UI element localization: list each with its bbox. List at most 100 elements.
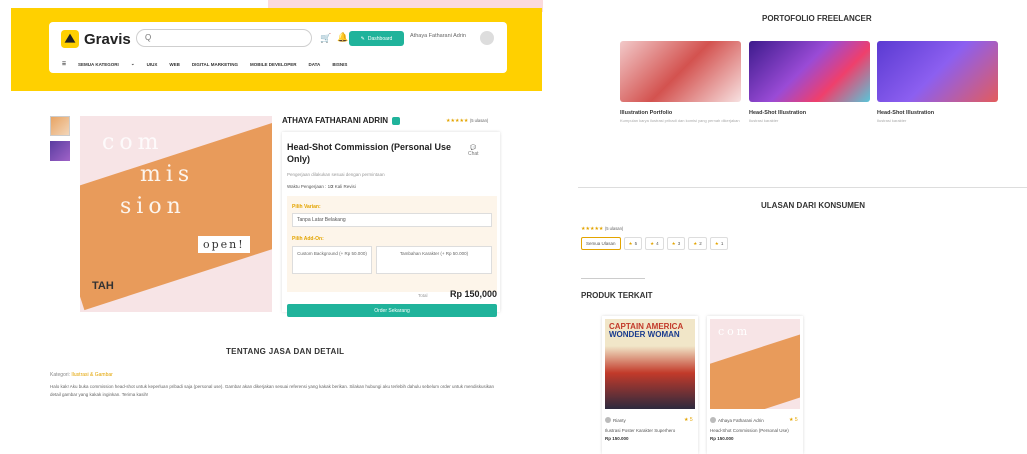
product-subtitle: Pengerjaan dilakukan sesuai dengan permi… (287, 172, 385, 177)
related-seller-name: Rianty (613, 417, 626, 423)
filter-3[interactable]: ★ 3 (666, 237, 686, 250)
kategori-label: Kategori: (50, 372, 71, 378)
waktu-pengerjaan: Waktu Pengerjaan : 10 (287, 184, 333, 189)
hero-signature: TAH (92, 280, 114, 292)
logo-icon (61, 30, 79, 48)
filter-all[interactable]: Semua Ulasan (581, 237, 621, 250)
user-name[interactable]: Athaya Fatharani Adrin (410, 33, 466, 39)
seller-name: ATHAYA FATHARANI ADRIN (282, 116, 389, 125)
dashboard-label: Dashboard (367, 35, 393, 42)
verified-icon (392, 116, 401, 125)
filter-label: 4 (656, 241, 659, 246)
star-icon: ★ (628, 240, 633, 246)
dashboard-button[interactable]: ✎ Dashboard (349, 31, 404, 46)
price: Rp 150,000 (450, 289, 498, 299)
filter-label: 3 (677, 241, 681, 246)
related-product-name: Head-Shot Commission (Personal Use) (710, 428, 789, 433)
chat-label: Chat (468, 151, 479, 157)
chevron-down-icon: ⌄ (130, 61, 135, 66)
seller-info[interactable]: ATHAYA FATHARANI ADRIN (282, 116, 401, 125)
filter-label: 2 (699, 241, 702, 246)
category-nav: ☰ SEMUA KATEGORI ⌄ UIUX WEB DIGITAL MARK… (62, 61, 347, 67)
summary-count: (5 ulasan) (604, 226, 624, 231)
addon-option-karakter[interactable]: Tambahan Karakter (+ Rp 50.000) (376, 246, 492, 274)
gallery-thumbnail[interactable] (50, 141, 70, 161)
varian-select[interactable]: Tanpa Latar Belakang (292, 213, 492, 227)
related-rating: ★ 5 (684, 417, 693, 423)
varian-label: Pilih Varian: (292, 204, 321, 210)
related-rating-value: 5 (794, 417, 798, 423)
nav-item-data[interactable]: DATA (308, 62, 320, 67)
review-filters: Semua Ulasan ★ 5 ★ 4 ★ 3 ★ 2 ★ 1 (581, 237, 729, 250)
detail-heading: TENTANG JASA DAN DETAIL (226, 347, 345, 356)
section-divider (581, 278, 645, 279)
rating-count: (5 ulasan) (469, 118, 489, 123)
chat-button[interactable]: 💬 Chat (468, 145, 479, 157)
hero-open-tag: open! (198, 236, 250, 253)
nav-item-mobile[interactable]: MOBILE DEVELOPER (250, 62, 297, 67)
filter-label: 5 (634, 241, 638, 246)
portfolio-card[interactable] (749, 41, 870, 102)
portfolio-title: Head-Shot Illustration (877, 110, 935, 116)
cart-icon[interactable]: 🛒 (320, 33, 331, 44)
total-label: Total (418, 293, 428, 298)
order-button[interactable]: Order Sekarang (287, 304, 497, 317)
avatar (605, 417, 611, 423)
nav-item-digital-marketing[interactable]: DIGITAL MARKETING (192, 62, 238, 67)
nav-item-bisnis[interactable]: BISNIS (332, 62, 347, 67)
hero-text: sion (120, 194, 186, 219)
hero-text: com (718, 325, 751, 338)
filter-4[interactable]: ★ 4 (645, 237, 664, 250)
nav-item-semua[interactable]: SEMUA KATEGORI (78, 62, 119, 67)
star-icon: ★ (789, 417, 794, 423)
related-rating-value: 5 (689, 417, 693, 423)
hero-text: mis (140, 162, 195, 187)
filter-1[interactable]: ★ 1 (709, 237, 729, 250)
portfolio-title: Head-Shot Illustration (749, 110, 807, 116)
portfolio-desc: Kumpulan karya ilustrasi pribadi dan kom… (620, 118, 740, 123)
portfolio-card[interactable] (877, 41, 998, 102)
addon-label: Pilih Add-On: (292, 236, 324, 242)
description: Halo kak! Aku buka commission head-shot … (50, 384, 495, 397)
star-icon: ★ (693, 240, 698, 246)
addon-option-background[interactable]: Custom Background (+ Rp 50.000) (292, 246, 372, 274)
avatar[interactable] (480, 31, 494, 45)
related-seller: Rianty (605, 417, 626, 423)
hero-text: com (102, 130, 164, 155)
kategori-link[interactable]: Ilustrasi & Gambar (71, 372, 112, 378)
filter-5[interactable]: ★ 5 (623, 237, 643, 250)
star-icon: ★ (671, 240, 676, 246)
menu-icon[interactable]: ☰ (62, 61, 66, 67)
brand-name: Gravis (84, 30, 131, 48)
filter-2[interactable]: ★ 2 (688, 237, 707, 250)
avatar (710, 417, 716, 423)
product-title: Head-Shot Commission (Personal Use Only) (287, 142, 452, 164)
filter-label: Semua Ulasan (586, 241, 616, 246)
portfolio-desc: Ilustrasi karakter (749, 118, 779, 123)
brand-logo[interactable]: Gravis (61, 30, 131, 48)
reviews-heading: ULASAN DARI KONSUMEN (761, 201, 865, 210)
related-product-image: CAPTAIN AMERICA WONDER WOMAN (605, 319, 695, 409)
section-divider (578, 187, 1027, 188)
related-seller: Athaya Fatharani Adrin (710, 417, 764, 423)
seller-rating: ★★★★★ (5 ulasan) (446, 118, 488, 124)
related-product-price: Rp 150.000 (605, 436, 629, 441)
related-heading: PRODUK TERKAIT (581, 291, 653, 300)
portfolio-heading: PORTOFOLIO FREELANCER (762, 14, 872, 23)
kategori: Kategori: Ilustrasi & Gambar (50, 372, 113, 378)
summary-stars: ★★★★★ (581, 226, 604, 232)
nav-item-web[interactable]: WEB (169, 62, 180, 67)
search-input[interactable]: Q (136, 29, 312, 47)
notification-icon[interactable]: 🔔 (337, 32, 348, 43)
nav-item-uiux[interactable]: UIUX (147, 62, 158, 67)
related-product-image: com (710, 319, 800, 409)
gallery-thumbnail[interactable] (50, 116, 70, 136)
filter-label: 1 (720, 241, 724, 246)
related-seller-name: Athaya Fatharani Adrin (718, 417, 764, 423)
portfolio-card[interactable] (620, 41, 741, 102)
revisi-info: 2 Kali Revisi (331, 184, 356, 189)
star-icon: ★ (714, 240, 719, 246)
edit-icon: ✎ (360, 35, 365, 42)
related-rating: ★ 5 (789, 417, 798, 423)
product-main-image: com mis sion open! TAH (80, 116, 272, 312)
